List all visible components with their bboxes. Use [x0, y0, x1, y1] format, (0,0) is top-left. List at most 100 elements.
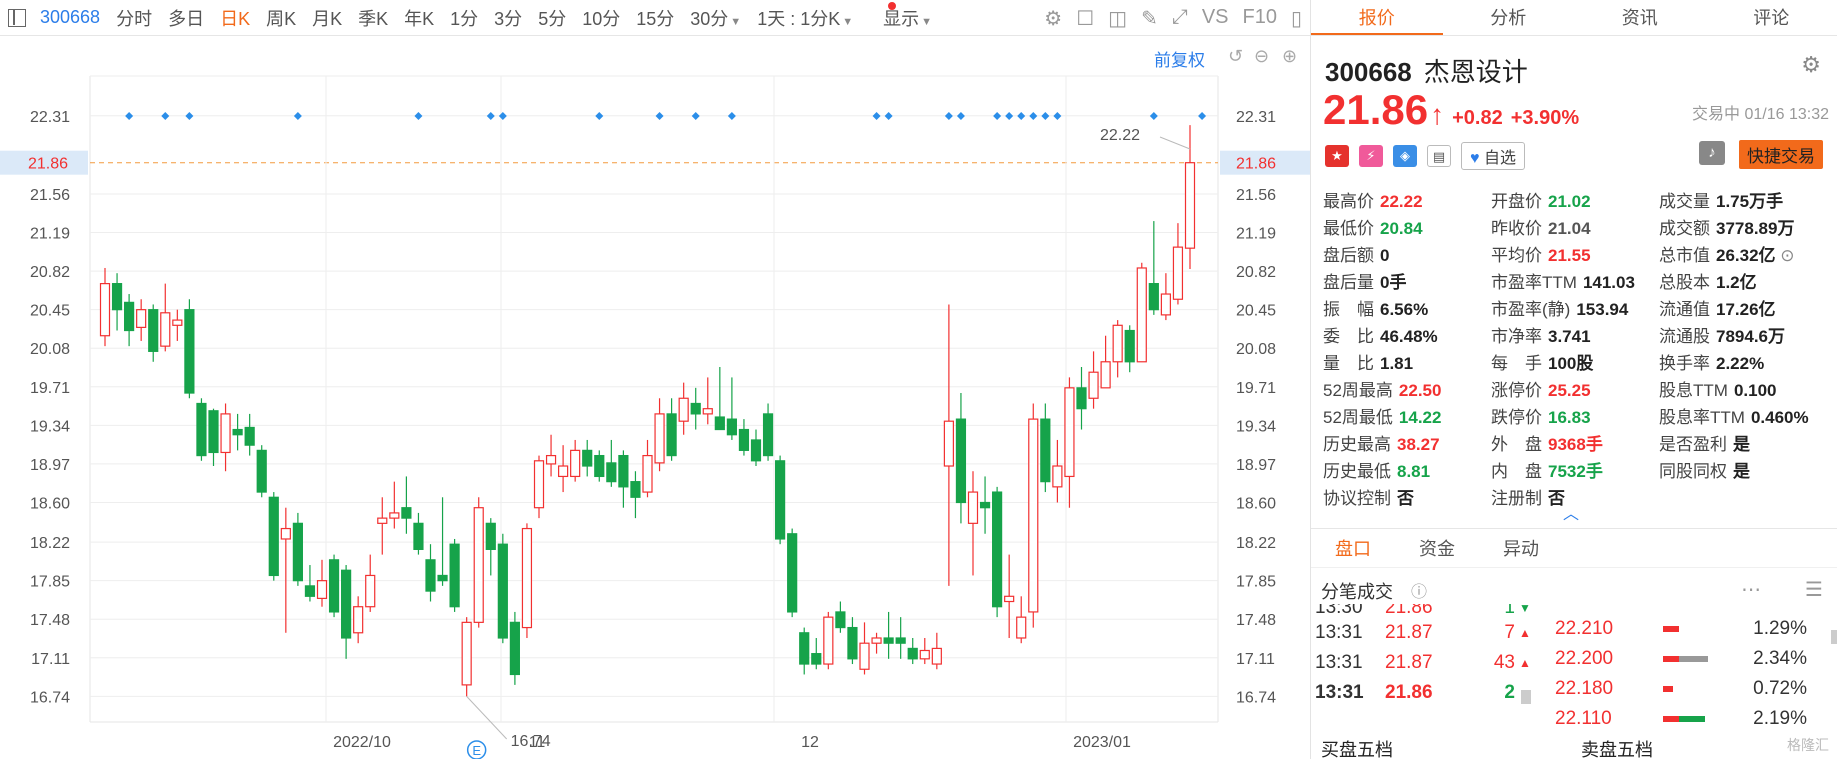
tab-analysis[interactable]: 分析: [1443, 0, 1575, 35]
candle-up: [871, 637, 882, 644]
x-axis-label: 2023/01: [1073, 734, 1131, 751]
vs-button[interactable]: VS: [1202, 6, 1229, 31]
period-tab-yearly[interactable]: 年K: [404, 5, 434, 31]
y-tick-label-right: 17.48: [1236, 612, 1276, 629]
price-change: +0.82: [1452, 107, 1503, 129]
more-icon[interactable]: ⋯: [1741, 577, 1761, 602]
y-tick-label-left: 17.11: [31, 651, 70, 668]
event-diamond-icon: [486, 112, 495, 120]
depth-price: 22.200: [1555, 648, 1614, 669]
candle-down: [992, 491, 1003, 608]
more-icon[interactable]: ⊙: [1776, 246, 1794, 265]
candle-up: [365, 574, 376, 608]
candle-down: [124, 301, 135, 332]
stat-cell: 最低价 20.84: [1323, 214, 1491, 239]
china-flag-icon[interactable]: ★: [1325, 145, 1349, 167]
depth-bar-red: [1663, 716, 1679, 722]
collapse-caret-icon[interactable]: ︿: [1563, 500, 1579, 524]
period-tab-30min[interactable]: 30分 ▼: [690, 5, 741, 31]
period-tab-intraday[interactable]: 分时: [116, 5, 152, 31]
bell-icon[interactable]: ♪: [1699, 141, 1725, 165]
tick-price: 21.87: [1385, 652, 1433, 673]
zoom-out-icon[interactable]: ⊖: [1254, 46, 1269, 67]
tab-orderbook[interactable]: 盘口: [1311, 529, 1395, 567]
tab-comments[interactable]: 评论: [1706, 0, 1837, 35]
list-icon[interactable]: ☰: [1805, 577, 1823, 602]
stock-code-link[interactable]: 300668: [40, 7, 100, 28]
event-diamond-icon: [1198, 112, 1207, 120]
tab-quote[interactable]: 报价: [1311, 0, 1443, 35]
document-icon[interactable]: ▤: [1427, 145, 1451, 167]
candle-down: [256, 449, 267, 493]
arrow-up-icon: ↑: [1430, 99, 1445, 130]
period-tab-monthly[interactable]: 月K: [312, 5, 342, 31]
period-tab-3min[interactable]: 3分: [494, 5, 522, 31]
stat-value: 17.26亿: [1716, 300, 1776, 319]
price-depth-list[interactable]: 22.210 1.29% 22.200 2.34% 22.180 0.72% 22.110 2…: [1555, 614, 1825, 734]
f10-button[interactable]: F10: [1243, 6, 1277, 31]
stat-label: 昨收价: [1491, 219, 1542, 238]
scrollbar[interactable]: [1521, 690, 1531, 704]
candle-down: [883, 637, 894, 644]
multi-period-select[interactable]: 1天 : 1分K ▼: [757, 5, 853, 31]
settings-gear-icon[interactable]: ⚙: [1801, 52, 1821, 78]
period-tab-multiday[interactable]: 多日: [168, 5, 204, 31]
period-tab-15min[interactable]: 15分: [636, 5, 674, 31]
stat-cell: 最高价 22.22: [1323, 187, 1491, 212]
stats-row: 量 比 1.81 每 手 100股 换手率 2.22%: [1323, 348, 1833, 375]
stat-label: 同股同权: [1659, 462, 1727, 481]
fullscreen-icon[interactable]: ⤢: [1172, 6, 1188, 31]
stat-cell: 委 比 46.48%: [1323, 322, 1491, 347]
period-tab-quarterly[interactable]: 季K: [358, 5, 388, 31]
candle-up: [377, 517, 388, 524]
y-tick-label-left: 20.82: [30, 264, 70, 281]
quick-trade-button[interactable]: 快捷交易: [1739, 140, 1823, 169]
period-tab-10min[interactable]: 10分: [582, 5, 620, 31]
tab-anomaly[interactable]: 异动: [1479, 529, 1563, 567]
period-tab-daily[interactable]: 日K: [220, 5, 250, 31]
info-icon[interactable]: ⓘ: [1411, 578, 1427, 602]
stat-label: 盘后量: [1323, 273, 1374, 292]
high-price-label: 22.22: [1100, 127, 1140, 144]
tick-volume: 1: [1504, 604, 1515, 618]
candle-down: [1076, 387, 1087, 410]
stat-value: 38.27: [1397, 435, 1440, 454]
stat-value: 21.02: [1548, 192, 1591, 211]
add-favorite-button[interactable]: ♥ 自选: [1461, 142, 1525, 170]
event-diamond-icon: [1041, 112, 1050, 120]
period-tab-1min[interactable]: 1分: [450, 5, 478, 31]
stat-cell: 成交额 3778.89万: [1659, 214, 1827, 239]
period-tab-5min[interactable]: 5分: [538, 5, 566, 31]
tick-time: 13:31: [1315, 622, 1363, 643]
stat-label: 历史最高: [1323, 435, 1391, 454]
zoom-in-icon[interactable]: ⊕: [1282, 46, 1297, 67]
scrollbar[interactable]: [1831, 630, 1837, 644]
tab-capital[interactable]: 资金: [1395, 529, 1479, 567]
tick-row: 13:3121.862▼: [1315, 678, 1545, 708]
panel-toggle-icon[interactable]: ▯: [1291, 6, 1302, 31]
y-tick-label-right: 16.74: [1236, 689, 1276, 706]
tag-icon[interactable]: ◈: [1393, 145, 1417, 167]
reset-icon[interactable]: ↺: [1228, 46, 1243, 67]
adjust-mode-button[interactable]: 前复权: [1154, 46, 1205, 71]
pencil-icon[interactable]: ✎: [1141, 6, 1158, 31]
stat-value: 1.75万手: [1716, 192, 1784, 211]
candle-down: [208, 410, 219, 454]
period-tab-weekly[interactable]: 周K: [266, 5, 296, 31]
stat-cell: 流通值 17.26亿: [1659, 295, 1827, 320]
kline-chart[interactable]: 22.31 22.31 21.86 21.86 21.56 21.56 21.19 21.19…: [0, 36, 1310, 759]
candle-down: [811, 653, 822, 665]
y-tick-label-right: 21.19: [1236, 226, 1276, 243]
y-tick-label-right: 17.11: [1236, 651, 1275, 668]
candle-down: [618, 454, 629, 488]
camera-icon[interactable]: ◫: [1108, 6, 1127, 31]
tab-news[interactable]: 资讯: [1574, 0, 1706, 35]
sidebar-toggle-icon[interactable]: [8, 8, 26, 27]
tick-list[interactable]: 13:30 21.86 1 ▼ 13:31 21.87 7 ▲ 13:31 21.87 43 ▲ 13:…: [1315, 604, 1545, 724]
lightning-icon[interactable]: ⚡: [1359, 145, 1383, 167]
event-diamond-icon: [498, 112, 507, 120]
tick-time: 13:30: [1315, 604, 1363, 618]
settings-gear-icon[interactable]: ⚙: [1044, 6, 1062, 31]
square-select-icon[interactable]: ☐: [1076, 6, 1094, 31]
candle-up: [136, 309, 147, 328]
